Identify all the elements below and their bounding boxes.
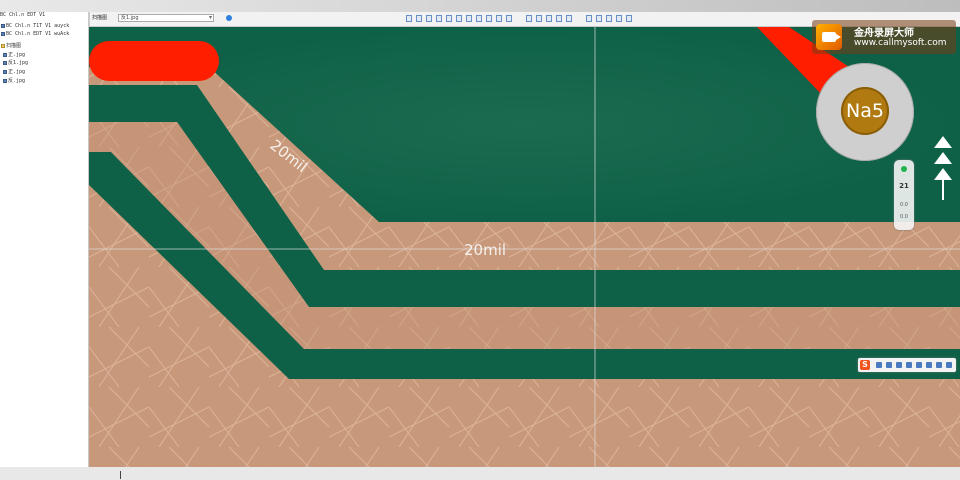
- file-icon: [1, 32, 5, 36]
- tree-item[interactable]: 正.jpg: [3, 51, 25, 58]
- ime-punct-icon[interactable]: [886, 362, 892, 368]
- ime-mic-icon[interactable]: [906, 362, 912, 368]
- tree-item[interactable]: BC Chl.n EDT V1 wuAck: [1, 31, 69, 37]
- ruler-icon[interactable]: [506, 15, 512, 22]
- measure-icon[interactable]: [446, 15, 452, 22]
- image-file-icon: [3, 69, 7, 74]
- status-bar: [0, 467, 960, 480]
- tab-scan[interactable]: 扫描图: [92, 14, 107, 21]
- recorder-watermark: 金舟录屏大师 www.callmysoft.com: [812, 20, 956, 54]
- title-bar: [0, 0, 960, 12]
- settings-icon[interactable]: [526, 15, 532, 22]
- zoom-in-icon[interactable]: [556, 15, 562, 22]
- pointer-icon[interactable]: [406, 15, 412, 22]
- image-file-icon: [3, 78, 7, 83]
- select-icon[interactable]: [416, 15, 422, 22]
- tree-item-label: 正.jpg: [8, 69, 26, 75]
- layer-icon[interactable]: [616, 15, 622, 22]
- trace-width-label: 20mil: [464, 241, 506, 259]
- cursor-marker: [120, 471, 127, 479]
- floating-badge[interactable]: Na5: [816, 63, 914, 161]
- panel-number: 0.0: [900, 214, 908, 220]
- tree-item[interactable]: 扫描图: [1, 42, 21, 49]
- layers-icon[interactable]: [486, 15, 492, 22]
- line-icon[interactable]: [466, 15, 472, 22]
- tree-item-label: 反.jpg: [8, 78, 26, 84]
- folder-icon: [1, 43, 5, 48]
- info-icon[interactable]: [226, 15, 232, 21]
- text-icon[interactable]: [456, 15, 462, 22]
- tree-item[interactable]: 反.jpg: [3, 77, 25, 84]
- ime-logo-icon[interactable]: S: [860, 360, 870, 370]
- watermark-url: www.callmysoft.com: [854, 38, 947, 48]
- zoom-out-icon[interactable]: [566, 15, 572, 22]
- tree-item-label: BC Chl.n EDT V1 wuAck: [6, 31, 70, 37]
- side-mini-panel[interactable]: 21 0.0 0.0: [894, 160, 914, 230]
- tree-item-label: 正.jpg: [8, 52, 26, 58]
- options-icon[interactable]: [626, 15, 632, 22]
- scroll-up-arrows-icon[interactable]: [932, 136, 954, 200]
- ime-tools-icon[interactable]: [936, 362, 942, 368]
- file-icon: [1, 24, 5, 28]
- tree-item[interactable]: 反1.jpg: [3, 59, 28, 66]
- check-icon: [901, 166, 907, 172]
- layer-select[interactable]: 反1.jpg: [118, 14, 214, 22]
- crosshair-icon[interactable]: [606, 15, 612, 22]
- panel-value: 21: [899, 182, 909, 190]
- camera-icon: [816, 24, 842, 50]
- panel-number: 0.0: [900, 202, 908, 208]
- pan-icon[interactable]: [436, 15, 442, 22]
- image-file-icon: [3, 52, 7, 57]
- view-icon[interactable]: [536, 15, 542, 22]
- image-file-icon: [3, 60, 7, 65]
- project-tree-panel: BC Chl.n EDT V1 BC Chl.n T1T V1 auyck BC…: [0, 12, 89, 468]
- tree-title: BC Chl.n EDT V1: [0, 12, 46, 18]
- snap-icon[interactable]: [596, 15, 602, 22]
- watermark-title: 金舟录屏大师: [854, 28, 914, 39]
- ime-toolbar[interactable]: S: [858, 358, 956, 372]
- rect-icon[interactable]: [476, 15, 482, 22]
- grid-toggle-icon[interactable]: [586, 15, 592, 22]
- zoom-icon[interactable]: [426, 15, 432, 22]
- ime-lang-icon[interactable]: [876, 362, 882, 368]
- ime-skin-icon[interactable]: [926, 362, 932, 368]
- ime-menu-icon[interactable]: [946, 362, 952, 368]
- tree-item[interactable]: 正.jpg: [3, 68, 25, 75]
- fit-icon[interactable]: [546, 15, 552, 22]
- tree-item-label: 反1.jpg: [8, 60, 29, 66]
- tree-item-label: 扫描图: [6, 43, 22, 49]
- ime-keyboard-icon[interactable]: [916, 362, 922, 368]
- badge-label: Na5: [846, 100, 884, 122]
- tree-item-label: BC Chl.n T1T V1 auyck: [6, 23, 70, 29]
- badge-core: Na5: [841, 87, 889, 135]
- grid-icon[interactable]: [496, 15, 502, 22]
- ime-emoji-icon[interactable]: [896, 362, 902, 368]
- tree-item[interactable]: BC Chl.n T1T V1 auyck: [1, 23, 69, 29]
